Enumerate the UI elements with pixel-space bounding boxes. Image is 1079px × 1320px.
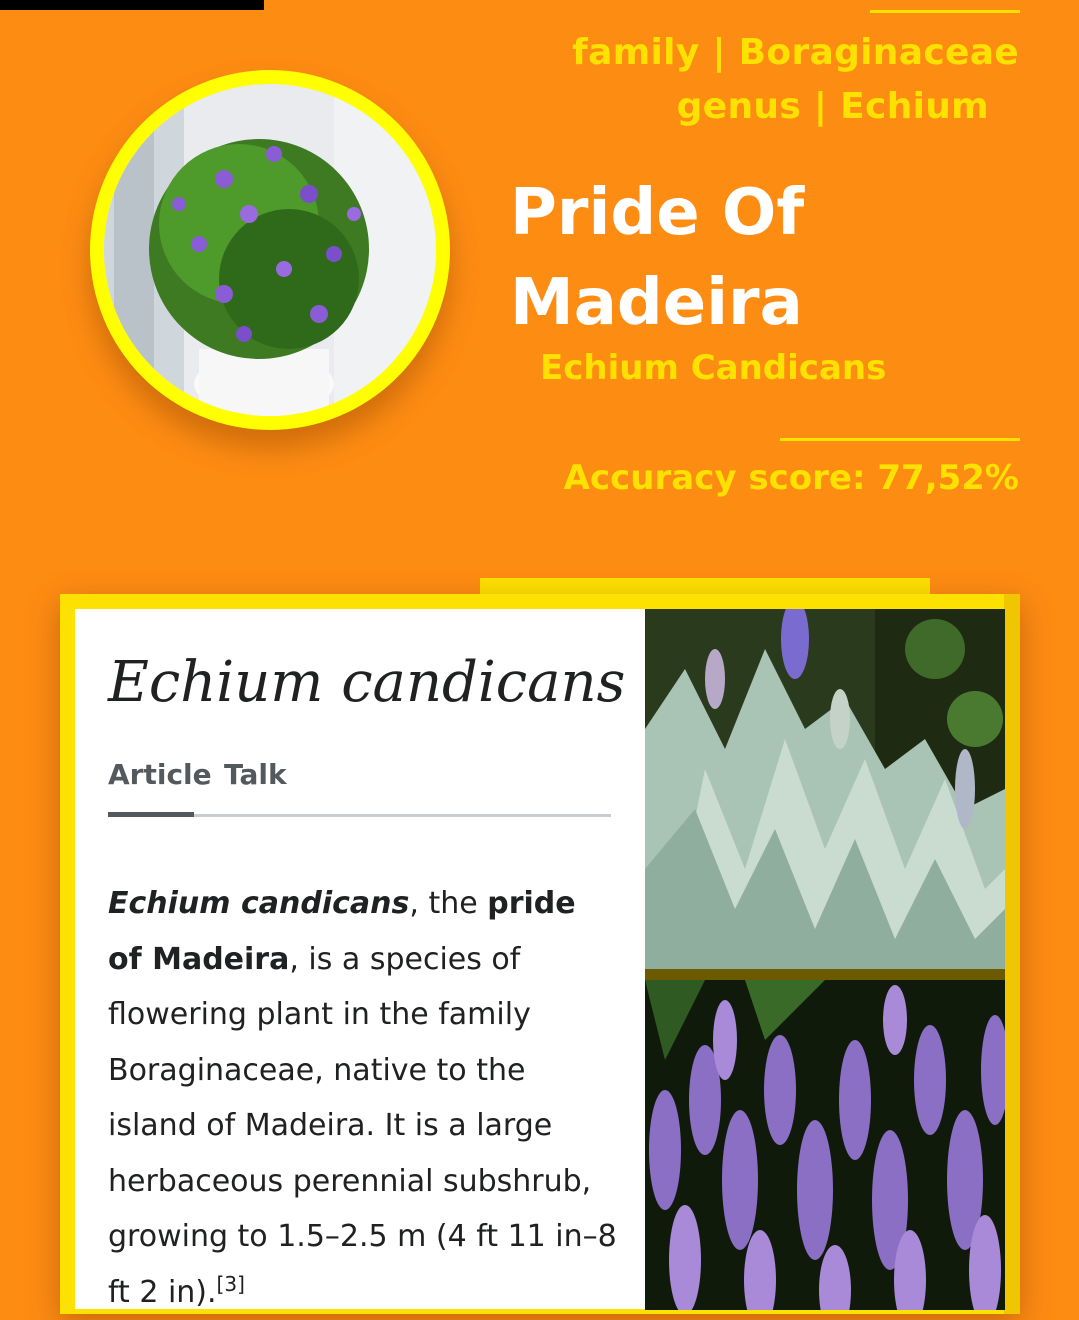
body-text-2: , is a species of flowering plant in the… xyxy=(108,941,617,1310)
plant-scientific-name: Echium Candicans xyxy=(540,348,887,388)
species-name-bold: Echium candicans xyxy=(108,886,410,921)
genus-label: genus | Echium xyxy=(676,86,989,127)
tab-active-indicator xyxy=(108,812,194,817)
body-text-1: , the xyxy=(409,886,488,921)
photo-separator xyxy=(645,969,1005,980)
article-tabs: Article Talk xyxy=(108,758,611,818)
citation-link[interactable]: [3] xyxy=(217,1272,245,1296)
article-title: Echium candicans xyxy=(108,650,626,715)
plant-photo-flowers xyxy=(645,980,1005,1310)
article-body: Echium candicans, the pride of Madeira, … xyxy=(108,876,618,1320)
plant-photo-thumbnail xyxy=(104,84,436,416)
divider-accuracy xyxy=(780,438,1020,441)
divider-top xyxy=(870,10,1020,13)
tab-talk[interactable]: Talk xyxy=(224,758,287,805)
top-bar xyxy=(0,0,264,10)
accuracy-score: Accuracy score: 77,52% xyxy=(563,458,1019,498)
plant-photo-foliage xyxy=(645,609,1005,969)
tab-article[interactable]: Article xyxy=(108,758,212,805)
plant-common-name: Pride Of Madeira xyxy=(510,176,805,340)
plant-avatar[interactable] xyxy=(90,70,450,430)
family-label: family | Boraginaceae xyxy=(572,32,1019,73)
